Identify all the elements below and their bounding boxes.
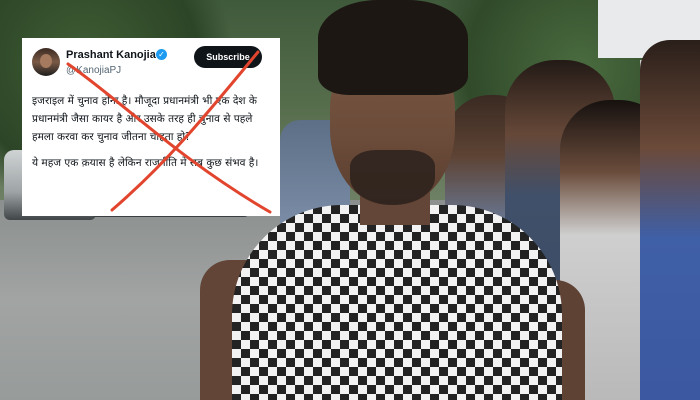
tweet-paragraph-2: ये महज एक क़यास है लेकिन राजनीति में सब … (32, 157, 259, 169)
main-person-checkered-shirt (232, 205, 562, 400)
tweet-paragraph-1: इजराइल में चुनाव होना है। मौजूदा प्रधानम… (32, 95, 257, 143)
tweet-handle[interactable]: @KanojiaPJ (66, 65, 121, 76)
tweet-display-name[interactable]: Prashant Kanojia (66, 49, 156, 61)
tweet-body: इजराइल में चुनाव होना है। मौजूदा प्रधानम… (32, 92, 272, 180)
main-person-hair (318, 0, 468, 95)
background-person-4 (640, 40, 700, 400)
subscribe-button[interactable]: Subscribe (194, 46, 262, 68)
avatar[interactable] (32, 48, 60, 76)
main-person-beard (350, 150, 435, 205)
verified-badge-icon: ✓ (156, 49, 167, 60)
tweet-card: Prashant Kanojia ✓ @KanojiaPJ Subscribe … (22, 38, 280, 216)
